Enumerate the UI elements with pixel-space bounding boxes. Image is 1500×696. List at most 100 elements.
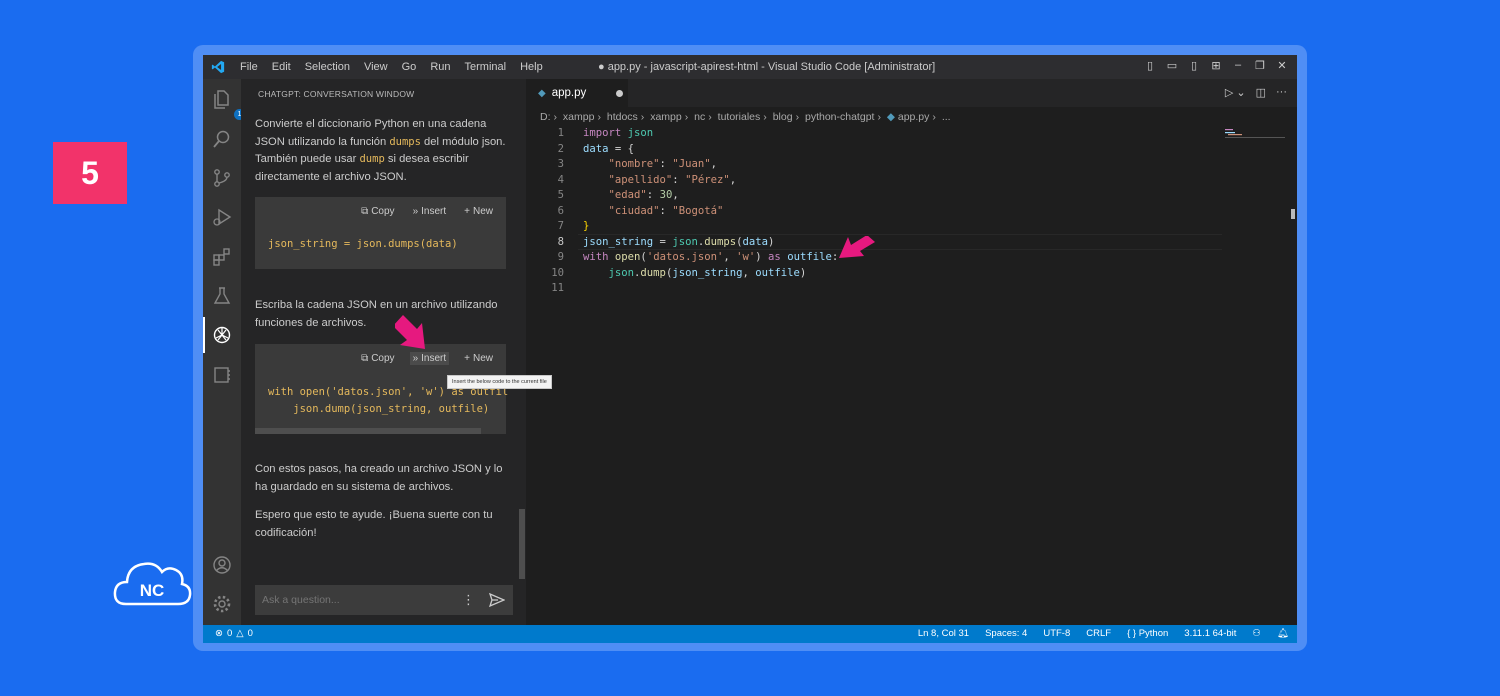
code-line: 5 "edad": 30, xyxy=(557,189,679,201)
code-line: 6 "ciudad": "Bogotá" xyxy=(557,204,724,217)
code-line: 7} xyxy=(557,220,590,232)
new-button[interactable]: + New xyxy=(461,352,496,365)
copy-icon: ⧉ xyxy=(361,206,369,217)
editor-scrollbar[interactable] xyxy=(1291,209,1295,219)
menu-file[interactable]: File xyxy=(233,61,265,73)
source-control-icon[interactable] xyxy=(212,168,232,188)
response-paragraph-3: Con estos pasos, ha creado un archivo JS… xyxy=(255,463,503,493)
send-icon[interactable] xyxy=(489,592,505,608)
chatgpt-sidebar: CHATGPT: CONVERSATION WINDOW Convierte e… xyxy=(241,79,526,625)
window-title: ● app.py - javascript-apirest-html - Vis… xyxy=(598,61,936,73)
status-bar: ⊗ 0 △ 0 Ln 8, Col 31 Spaces: 4 UTF-8 CRLF … xyxy=(203,625,1297,643)
settings-gear-icon[interactable] xyxy=(212,594,232,614)
split-editor-icon[interactable]: ◫ xyxy=(1256,86,1266,99)
run-file-icon[interactable]: ▷ ⌄ xyxy=(1225,86,1246,99)
tab-label: app.py xyxy=(551,87,587,99)
indentation-status[interactable]: Spaces: 4 xyxy=(985,628,1027,639)
menu-go[interactable]: Go xyxy=(395,61,424,73)
breadcrumb-item[interactable]: xampp xyxy=(650,111,682,123)
chatgpt-icon[interactable] xyxy=(203,317,232,353)
menu-help[interactable]: Help xyxy=(513,61,550,73)
plus-icon: + xyxy=(464,353,470,364)
copy-button[interactable]: ⧉ Copy xyxy=(358,205,398,218)
breadcrumb-item[interactable]: tutoriales xyxy=(718,111,761,123)
vscode-window: File Edit Selection View Go Run Terminal… xyxy=(203,55,1297,643)
editor-tabs: ◆ app.py ▷ ⌄ ◫ ··· xyxy=(526,79,1297,107)
error-icon: ⊗ xyxy=(215,628,223,639)
feedback-icon[interactable]: ⚇ xyxy=(1252,628,1261,639)
vscode-logo-icon xyxy=(203,60,233,74)
testing-flask-icon[interactable] xyxy=(212,286,232,306)
python-interpreter[interactable]: 3.11.1 64-bit xyxy=(1184,628,1236,639)
code-block-1-toolbar: ⧉ Copy » Insert + New xyxy=(358,205,496,218)
language-mode[interactable]: { } Python xyxy=(1127,628,1168,639)
eol-status[interactable]: CRLF xyxy=(1086,628,1111,639)
minimap[interactable] xyxy=(1225,127,1285,139)
menu-run[interactable]: Run xyxy=(423,61,457,73)
code-block-1-code: json_string = json.dumps(data) xyxy=(268,238,458,250)
menu-view[interactable]: View xyxy=(357,61,395,73)
arrow-pointer-icon xyxy=(395,315,425,349)
editor-area: ◆ app.py ▷ ⌄ ◫ ··· D: › xampp › htdocs › xa… xyxy=(526,79,1297,625)
code-line: 3 "nombre": "Juan", xyxy=(557,158,717,170)
breadcrumb-item[interactable]: blog xyxy=(773,111,793,123)
code-editor[interactable]: 1 import json 2 data = { 3 "nombre": "Juan… xyxy=(526,127,1297,298)
menu-terminal[interactable]: Terminal xyxy=(458,61,514,73)
restore-icon[interactable]: ❐ xyxy=(1253,59,1267,72)
cursor-position[interactable]: Ln 8, Col 31 xyxy=(918,628,969,639)
accounts-icon[interactable] xyxy=(212,555,232,575)
problems-status[interactable]: ⊗ 0 △ 0 xyxy=(215,628,253,639)
activity-bar: 1 xyxy=(203,79,245,625)
tab-app-py[interactable]: ◆ app.py xyxy=(526,79,628,107)
run-debug-icon[interactable] xyxy=(212,207,232,227)
customize-layout-icon[interactable]: ⊞ xyxy=(1209,59,1223,72)
ask-question-input[interactable] xyxy=(256,594,456,606)
search-icon[interactable] xyxy=(212,129,232,149)
code-line: 9 with open('datos.json', 'w') as outfile… xyxy=(557,251,839,263)
breadcrumb-item[interactable]: ... xyxy=(942,111,951,123)
minimize-icon[interactable]: – xyxy=(1231,59,1245,72)
breadcrumb-item[interactable]: python-chatgpt xyxy=(805,111,874,123)
breadcrumb-item[interactable]: D: xyxy=(540,111,551,123)
step-number-badge: 5 xyxy=(53,142,127,204)
more-actions-icon[interactable]: ··· xyxy=(1276,86,1287,99)
editor-actions: ▷ ⌄ ◫ ··· xyxy=(1225,86,1287,99)
response-paragraph-2: Escriba la cadena JSON en un archivo uti… xyxy=(255,299,498,329)
code-block-2-toolbar: ⧉ Copy » Insert + New xyxy=(358,352,496,365)
breadcrumb-item[interactable]: xampp xyxy=(563,111,595,123)
encoding-status[interactable]: UTF-8 xyxy=(1043,628,1070,639)
code-line: 11 xyxy=(551,282,564,294)
insert-icon: » xyxy=(412,353,419,364)
toggle-secondary-sidebar-icon[interactable]: ▯ xyxy=(1187,59,1201,72)
menu-edit[interactable]: Edit xyxy=(265,61,298,73)
response-paragraph-4: Espero que esto te ayude. ¡Buena suerte … xyxy=(255,509,493,539)
code-block-2-scrollbar[interactable] xyxy=(255,428,481,434)
extensions-icon[interactable] xyxy=(212,247,232,267)
copy-button[interactable]: ⧉ Copy xyxy=(358,352,398,365)
notebook-icon[interactable] xyxy=(212,365,232,385)
explorer-icon[interactable]: 1 xyxy=(212,89,245,120)
toggle-sidebar-icon[interactable]: ▯ xyxy=(1143,59,1157,72)
menu-selection[interactable]: Selection xyxy=(298,61,357,73)
arrow-pointer-icon xyxy=(839,236,875,258)
insert-button[interactable]: » Insert xyxy=(410,205,450,218)
toggle-panel-icon[interactable]: ▭ xyxy=(1165,59,1179,72)
insert-button[interactable]: » Insert xyxy=(409,352,450,365)
menu-bar: File Edit Selection View Go Run Terminal… xyxy=(233,61,550,73)
sidebar-title: CHATGPT: CONVERSATION WINDOW xyxy=(258,89,415,99)
python-file-icon: ◆ xyxy=(886,111,895,123)
new-button[interactable]: + New xyxy=(461,205,496,218)
more-options-icon[interactable]: ⋮ xyxy=(462,592,475,608)
breadcrumb-item[interactable]: app.py xyxy=(898,111,930,123)
close-window-icon[interactable]: ✕ xyxy=(1275,59,1289,72)
notifications-bell-icon[interactable]: 🔔︎ xyxy=(1277,628,1289,639)
python-file-icon: ◆ xyxy=(538,87,546,99)
sidebar-scrollbar[interactable] xyxy=(519,509,525,579)
unsaved-dot-icon[interactable] xyxy=(616,89,624,97)
breadcrumb: D: › xampp › htdocs › xampp › nc › tutoriales… xyxy=(540,111,951,123)
insert-tooltip: Insert the below code to the current fil… xyxy=(447,375,552,389)
code-line: 10 json.dump(json_string, outfile) xyxy=(551,266,807,279)
svg-text:NC: NC xyxy=(140,581,165,600)
breadcrumb-item[interactable]: nc xyxy=(694,111,705,123)
breadcrumb-item[interactable]: htdocs xyxy=(607,111,638,123)
